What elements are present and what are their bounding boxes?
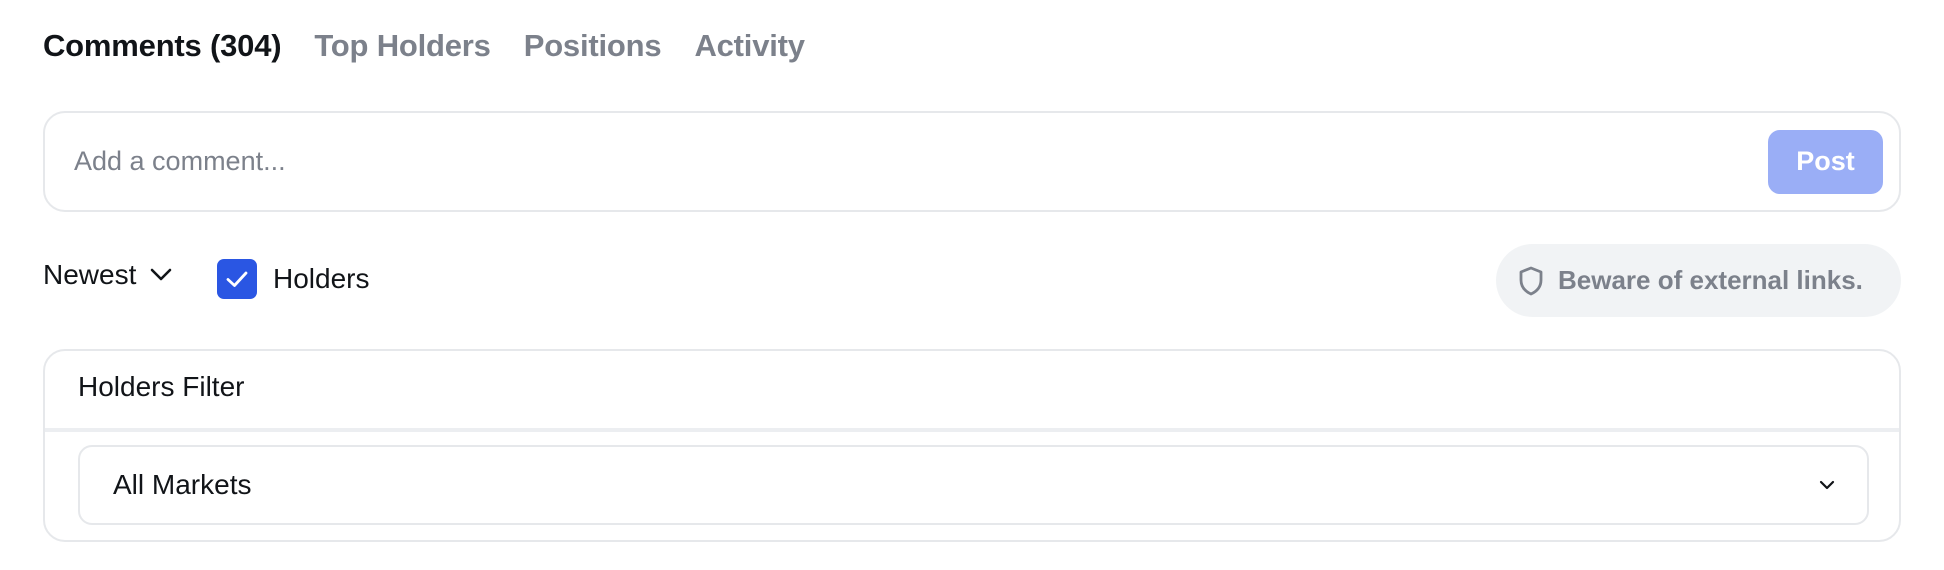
sort-dropdown[interactable]: Newest [43,259,172,291]
holders-label: Holders [273,263,370,294]
comment-input[interactable] [45,113,1768,210]
external-links-warning: Beware of external links. [1496,244,1901,317]
tab-activity[interactable]: Activity [694,28,805,64]
tab-comments[interactable]: Comments (304) [43,28,282,64]
post-button[interactable]: Post [1768,129,1883,194]
warning-text: Beware of external links. [1558,265,1863,295]
chevron-down-icon [1819,480,1835,490]
holders-checkbox[interactable] [217,259,257,299]
holders-filter-panel: Holders Filter All Markets [43,349,1901,542]
comment-composer: Post [43,111,1901,212]
tab-bar: Comments (304) Top Holders Positions Act… [43,28,805,64]
holders-toggle[interactable]: Holders [217,259,369,299]
divider [45,428,1899,432]
markets-select-value: All Markets [113,469,252,500]
chevron-down-icon [151,268,172,281]
check-icon [226,271,248,287]
tab-top-holders[interactable]: Top Holders [314,28,491,64]
holders-filter-title: Holders Filter [78,371,245,402]
shield-icon [1519,266,1543,295]
sort-label: Newest [43,259,137,290]
markets-select[interactable]: All Markets [78,445,1869,525]
tab-positions[interactable]: Positions [524,28,662,64]
